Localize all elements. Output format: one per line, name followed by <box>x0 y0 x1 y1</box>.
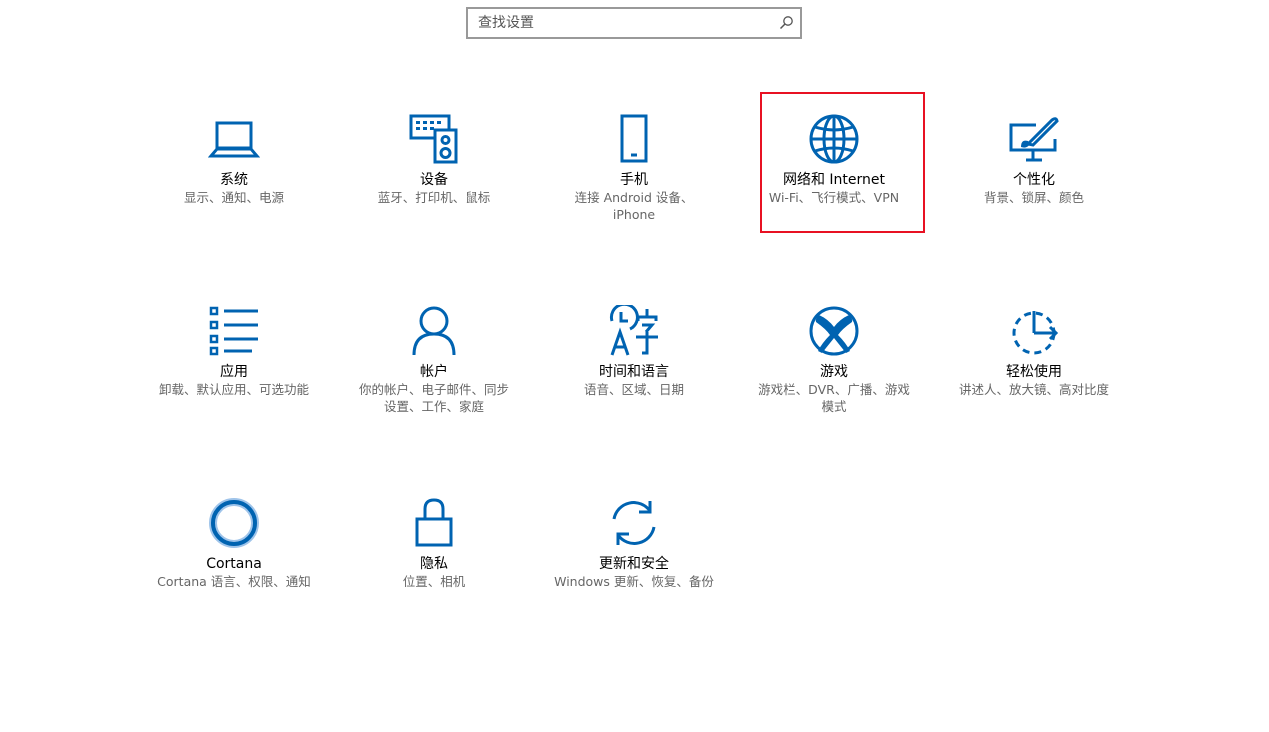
tile-network-internet[interactable]: 网络和 Internet Wi-Fi、飞行模式、VPN <box>744 113 924 206</box>
search-icon[interactable] <box>778 15 794 31</box>
tile-apps[interactable]: 应用 卸载、默认应用、可选功能 <box>144 305 324 398</box>
tile-title: 帐户 <box>420 364 448 380</box>
tile-description: 显示、通知、电源 <box>183 190 284 205</box>
tile-devices[interactable]: 设备 蓝牙、打印机、鼠标 <box>344 113 524 206</box>
keyboard-speaker-icon <box>409 114 458 164</box>
tile-description: Cortana 语言、权限、通知 <box>157 574 311 589</box>
tile-description: 连接 Android 设备、iPhone <box>574 190 694 222</box>
search-input[interactable] <box>468 9 768 37</box>
tile-title: 系统 <box>220 172 248 188</box>
app-list-icon <box>209 306 258 356</box>
tile-title: 应用 <box>220 364 248 380</box>
tile-description: 位置、相机 <box>402 574 466 589</box>
tile-title: 设备 <box>420 172 448 188</box>
tile-description: 背景、锁屏、颜色 <box>983 190 1084 205</box>
tile-description: 讲述人、放大镜、高对比度 <box>958 382 1109 397</box>
tile-title: 网络和 Internet <box>782 172 886 188</box>
tile-title: 游戏 <box>820 364 848 380</box>
tile-description: 游戏栏、DVR、广播、游戏模式 <box>758 382 910 414</box>
tile-title: 隐私 <box>420 556 448 572</box>
time-language-icon <box>609 305 658 356</box>
paint-monitor-icon <box>1009 117 1059 162</box>
tile-gaming[interactable]: 游戏 游戏栏、DVR、广播、游戏模式 <box>744 305 924 415</box>
ease-of-access-icon <box>1012 311 1059 355</box>
cortana-icon <box>209 498 259 548</box>
phone-icon <box>620 114 648 163</box>
tile-update-security[interactable]: 更新和安全 Windows 更新、恢复、备份 <box>544 497 724 590</box>
tile-description: Windows 更新、恢复、备份 <box>554 574 714 589</box>
tile-title: 轻松使用 <box>1006 364 1062 380</box>
tile-phone[interactable]: 手机 连接 Android 设备、iPhone <box>544 113 724 223</box>
tile-title: 手机 <box>620 172 648 188</box>
search-box[interactable] <box>466 7 802 39</box>
tile-title: Cortana <box>206 556 262 572</box>
tile-cortana[interactable]: Cortana Cortana 语言、权限、通知 <box>144 497 324 590</box>
tile-description: 你的帐户、电子邮件、同步设置、工作、家庭 <box>358 382 509 414</box>
tile-title: 时间和语言 <box>599 364 669 380</box>
tile-description: 卸载、默认应用、可选功能 <box>158 382 309 397</box>
person-icon <box>412 306 456 356</box>
tile-title: 更新和安全 <box>599 556 669 572</box>
tile-time-language[interactable]: 时间和语言 语音、区域、日期 <box>544 305 724 398</box>
tile-privacy[interactable]: 隐私 位置、相机 <box>344 497 524 590</box>
tile-ease-of-access[interactable]: 轻松使用 讲述人、放大镜、高对比度 <box>944 305 1124 398</box>
xbox-icon <box>809 306 859 356</box>
lock-icon <box>415 498 453 547</box>
tile-description: 语音、区域、日期 <box>583 382 684 397</box>
tile-description: Wi-Fi、飞行模式、VPN <box>768 190 900 205</box>
tile-personalization[interactable]: 个性化 背景、锁屏、颜色 <box>944 113 1124 206</box>
tile-system[interactable]: 系统 显示、通知、电源 <box>144 113 324 206</box>
tile-title: 个性化 <box>1013 172 1055 188</box>
sync-icon <box>612 501 656 545</box>
laptop-icon <box>208 121 260 158</box>
globe-icon <box>809 114 859 164</box>
tile-accounts[interactable]: 帐户 你的帐户、电子邮件、同步设置、工作、家庭 <box>344 305 524 415</box>
tile-description: 蓝牙、打印机、鼠标 <box>377 190 491 205</box>
